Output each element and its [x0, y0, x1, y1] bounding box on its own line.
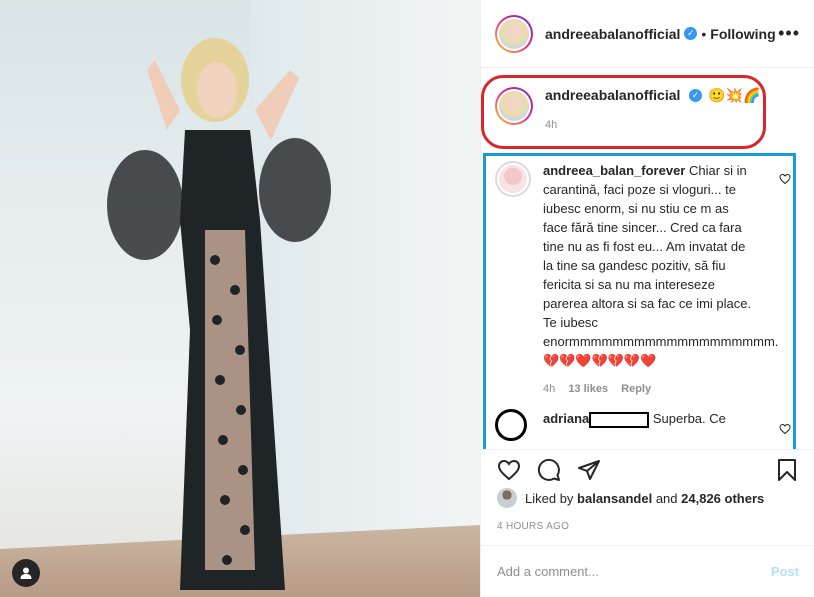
- comment-time: 4h: [543, 383, 556, 395]
- add-comment-bar: Post: [481, 545, 814, 597]
- post-side-panel: andreeabalanofficial ✓ • Following ••• a…: [480, 0, 814, 597]
- follow-separator: •: [701, 25, 707, 42]
- comment-item: andreea_balan_forever Chiar si in carant…: [495, 161, 795, 399]
- comments-list[interactable]: andreeabalanofficial ✓ 🙂💥🌈 4h andreea_ba…: [481, 69, 814, 449]
- comment-item: adriana Superba. Ce: [495, 409, 795, 441]
- verified-icon: ✓: [688, 89, 702, 103]
- post-header: andreeabalanofficial ✓ • Following •••: [481, 0, 814, 68]
- caption-avatar[interactable]: [495, 87, 533, 125]
- author-avatar[interactable]: [495, 14, 533, 53]
- comment-input[interactable]: [497, 564, 771, 579]
- verified-icon: ✓: [684, 27, 698, 40]
- commenter-avatar[interactable]: [495, 161, 531, 197]
- post-date[interactable]: 4 HOURS AGO: [497, 521, 569, 532]
- reply-button[interactable]: Reply: [621, 383, 651, 395]
- post-button[interactable]: Post: [771, 564, 799, 579]
- more-icon[interactable]: •••: [778, 23, 800, 44]
- commenter-avatar[interactable]: [495, 409, 527, 441]
- heart-icon[interactable]: [497, 458, 521, 482]
- author-username[interactable]: andreeabalanofficial: [545, 26, 680, 42]
- likes-and: and: [655, 490, 678, 506]
- comment-meta: 4h 13 likes Reply: [543, 380, 755, 399]
- comment-text: Superba. Ce: [652, 411, 726, 426]
- liker-username[interactable]: balansandel: [577, 491, 652, 506]
- share-icon[interactable]: [577, 458, 601, 482]
- comment-username[interactable]: andreea_balan_forever: [543, 163, 685, 178]
- comment-text: Chiar si in carantină, faci poze si vlog…: [543, 163, 779, 349]
- comment-username[interactable]: adriana: [543, 411, 589, 426]
- post-photo[interactable]: [0, 0, 480, 597]
- photo-subject: [107, 38, 331, 590]
- comment-icon[interactable]: [537, 458, 561, 482]
- caption: andreeabalanofficial ✓ 🙂💥🌈 4h: [495, 87, 761, 131]
- user-tag-icon: [20, 567, 32, 579]
- likes-summary: Liked by balansandel and 24,826 others: [497, 488, 764, 508]
- liker-avatar[interactable]: [497, 488, 517, 508]
- bookmark-icon[interactable]: [775, 458, 799, 482]
- likes-prefix: Liked by: [525, 490, 574, 506]
- following-button[interactable]: Following: [710, 26, 775, 42]
- likes-count[interactable]: 24,826 others: [681, 491, 764, 506]
- caption-time: 4h: [545, 119, 558, 131]
- comment-emojis: 💔💔❤️💔💔💔❤️: [543, 353, 657, 368]
- heart-icon[interactable]: [779, 423, 791, 435]
- redaction-box: [589, 411, 650, 428]
- heart-icon[interactable]: [779, 173, 791, 185]
- user-tag-button[interactable]: [12, 559, 40, 587]
- comment-likes[interactable]: 13 likes: [568, 383, 608, 395]
- caption-text: 🙂💥🌈: [708, 87, 761, 103]
- post-actions: [481, 449, 814, 489]
- caption-username[interactable]: andreeabalanofficial: [545, 87, 680, 103]
